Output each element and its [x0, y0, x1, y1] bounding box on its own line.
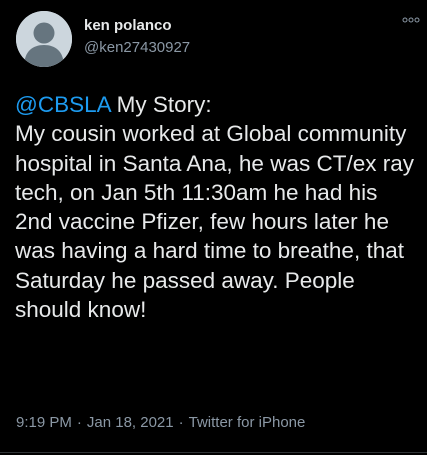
- tweet-date[interactable]: Jan 18, 2021: [87, 414, 174, 431]
- mention-link[interactable]: @CBSLA: [15, 92, 110, 117]
- tweet-source[interactable]: Twitter for iPhone: [189, 414, 306, 431]
- more-options-button[interactable]: [401, 14, 421, 26]
- divider: [0, 452, 427, 453]
- tweet-time[interactable]: 9:19 PM: [16, 414, 72, 431]
- tweet-body: My Story: My cousin worked at Global com…: [15, 92, 414, 323]
- display-name[interactable]: ken polanco: [84, 17, 172, 34]
- meta-separator: ·: [76, 414, 82, 431]
- meta-separator: ·: [178, 414, 184, 431]
- avatar[interactable]: [16, 11, 72, 67]
- tweet-meta: 9:19 PM · Jan 18, 2021 · Twitter for iPhone: [16, 414, 305, 431]
- tweet-text: @CBSLA My Story: My cousin worked at Glo…: [15, 90, 420, 324]
- more-dots-icon: [402, 17, 420, 23]
- tweet-card: ken polanco @ken27430927 @CBSLA My Story…: [0, 0, 427, 455]
- user-handle[interactable]: @ken27430927: [84, 39, 190, 56]
- default-avatar-icon: [16, 11, 72, 67]
